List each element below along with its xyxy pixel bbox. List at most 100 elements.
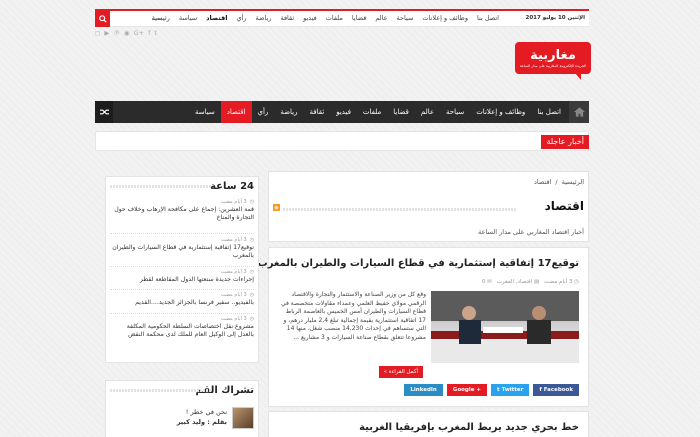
recent-post-item[interactable]: ◷ 3 أيام مضت توقيع17 إتفاقية إستثمارية ف…	[110, 237, 254, 260]
opinion-headline[interactable]: نحن في خطر !	[177, 407, 227, 417]
top-nav-item[interactable]: ملفات	[326, 14, 343, 22]
nav-item[interactable]: ملفات	[357, 101, 387, 123]
nav-item[interactable]: قضايا	[387, 101, 415, 123]
top-nav-item[interactable]: ثقافة	[280, 14, 294, 22]
share-buttons: f Facebook t Twitter Google + LinkedIn	[404, 384, 579, 396]
breaking-news-label: أخبار عاجلة	[541, 135, 589, 149]
breadcrumb-separator: /	[555, 178, 558, 186]
title-divider	[283, 208, 516, 211]
separator	[110, 233, 254, 234]
rss-icon[interactable]: ◉	[124, 29, 130, 37]
linkedin-share-button[interactable]: LinkedIn	[404, 384, 443, 396]
recent-post-item[interactable]: ◷ 3 أيام مضت قمة العشرين: إجماع على مكاف…	[110, 199, 254, 222]
nav-item[interactable]: سياحة	[440, 101, 470, 123]
top-nav-item[interactable]: اتصل بنا	[477, 14, 499, 22]
instagram-icon[interactable]: ◻	[95, 29, 100, 37]
nav-item[interactable]: سياسة	[189, 101, 221, 123]
top-nav-item-active[interactable]: اقتصاد	[206, 14, 227, 22]
nav-item[interactable]: ثقافة	[303, 101, 330, 123]
home-button[interactable]	[569, 101, 589, 123]
social-icons: ◻ ▶ ℗ ◉ G+ f t	[95, 29, 157, 37]
nav-item-active[interactable]: اقتصاد	[220, 101, 252, 123]
recent-post-item[interactable]: ◷ 3 أيام مضت إجراءات جديدة ستعتها الدول …	[110, 269, 254, 284]
logo-text: مغاربية	[530, 47, 576, 63]
main-nav: سياسة اقتصاد رأي رياضة ثقافة فيديو ملفات…	[95, 101, 589, 123]
top-nav-item[interactable]: فيديو	[303, 14, 317, 22]
top-nav: رئيسية سياسة اقتصاد رأي رياضة ثقافة فيدي…	[152, 14, 499, 22]
widget-divider	[110, 389, 212, 392]
recent-post-item[interactable]: ◷ 3 أيام مضت بالفيديو.. سفير فرنسا بالجز…	[110, 292, 254, 307]
separator	[110, 313, 254, 314]
recent-post-item[interactable]: ◷ 3 أيام مضت مشروع نقل اختصاصات السلطة ا…	[110, 316, 254, 339]
article-title[interactable]: خط بحري جديد يربط المغرب بإفريقيا الغربي…	[359, 422, 579, 433]
author-info: نحن في خطر ! بقلم : وليد كبير	[177, 407, 227, 427]
page-title: اقتصاد	[544, 199, 584, 213]
widget-title: 24 ساعة	[210, 181, 254, 192]
nav-item[interactable]: وظائف و إعلانات	[470, 101, 531, 123]
post-time: ◷ 3 أيام مضت	[220, 237, 254, 243]
article-meta: ◷ 3 أيام مضت ▤ اقتصاد, المغرب ✉ 0	[482, 279, 579, 285]
category-header: الرئيسية / اقتصاد اقتصاد ◉ أخبار اقتصاد …	[268, 171, 589, 242]
top-nav-item[interactable]: عالم	[375, 14, 387, 22]
shuffle-icon	[99, 109, 109, 115]
google-share-button[interactable]: Google +	[446, 384, 488, 396]
post-title[interactable]: بالفيديو.. سفير فرنسا بالجزائر الجديد...…	[110, 299, 254, 307]
top-nav-item[interactable]: وظائف و إعلانات	[422, 14, 468, 22]
article-time: ◷ 3 أيام مضت	[544, 279, 579, 285]
top-nav-item[interactable]: رئيسية	[152, 14, 170, 22]
article-card: خط بحري جديد يربط المغرب بإفريقيا الغربي…	[268, 411, 589, 437]
article-thumbnail[interactable]	[431, 291, 579, 363]
separator	[110, 266, 254, 267]
facebook-icon[interactable]: f	[148, 29, 150, 37]
separator	[110, 289, 254, 290]
top-nav-item[interactable]: رأي	[236, 14, 246, 22]
article-category[interactable]: ▤ اقتصاد, المغرب	[497, 279, 539, 285]
logo-box: مغاربية الجريدة الإلكترونية المغاربية عل…	[515, 42, 591, 74]
post-title[interactable]: قمة العشرين: إجماع على مكافحة الإرهاب وخ…	[110, 206, 254, 222]
breadcrumb-home[interactable]: الرئيسية	[562, 178, 584, 186]
top-nav-item[interactable]: قضايا	[352, 14, 367, 22]
thumbnail-photo	[431, 291, 579, 363]
search-button[interactable]	[95, 11, 110, 27]
nav-item[interactable]: عالم	[415, 101, 440, 123]
nav-item[interactable]: فيديو	[330, 101, 357, 123]
shuffle-button[interactable]	[95, 101, 113, 123]
pinterest-icon[interactable]: ℗	[113, 29, 120, 37]
top-nav-item[interactable]: سياسة	[179, 14, 197, 22]
home-icon	[573, 107, 585, 117]
category-description: أخبار اقتصاد المغاربي على مدار الساعة	[478, 228, 584, 236]
avatar[interactable]	[232, 407, 254, 429]
author-item[interactable]: نحن في خطر ! بقلم : وليد كبير	[177, 407, 254, 429]
nav-item[interactable]: اتصل بنا	[531, 101, 567, 123]
twitter-icon[interactable]: t	[154, 29, 157, 37]
facebook-share-button[interactable]: f Facebook	[533, 384, 579, 396]
twitter-share-button[interactable]: t Twitter	[491, 384, 530, 396]
breadcrumb: الرئيسية / اقتصاد	[534, 178, 584, 186]
nav-item[interactable]: رياضة	[274, 101, 303, 123]
logo-tagline: الجريدة الإلكترونية المغاربية على مدار ا…	[519, 63, 587, 68]
article-excerpt: وقع كل من وزير الصناعة والاستثمار والتجا…	[280, 291, 426, 341]
breaking-news-bar: أخبار عاجلة	[95, 131, 589, 151]
top-nav-item[interactable]: رياضة	[256, 14, 272, 22]
logo-tail	[575, 73, 581, 80]
article-card: توقيع17 إتفاقية إستثمارية في قطاع السيار…	[258, 247, 589, 407]
rss-icon[interactable]: ◉	[273, 204, 280, 211]
breadcrumb-current: اقتصاد	[534, 178, 552, 186]
search-icon	[98, 15, 107, 23]
current-date: الإثنين 10 يوليو 2017	[525, 15, 585, 21]
post-title[interactable]: توقيع17 إتفاقية إستثمارية في قطاع السيار…	[110, 244, 254, 260]
article-title[interactable]: توقيع17 إتفاقية إستثمارية في قطاع السيار…	[258, 258, 579, 269]
top-nav-item[interactable]: سياحة	[397, 14, 414, 22]
author-byline: بقلم : وليد كبير	[176, 418, 227, 426]
post-time: ◷ 3 أيام مضت	[220, 316, 254, 322]
article-comments[interactable]: ✉ 0	[482, 279, 492, 285]
google-plus-icon[interactable]: G+	[134, 29, 144, 37]
youtube-icon[interactable]: ▶	[104, 29, 109, 37]
recent-posts-widget: 24 ساعة ◷ 3 أيام مضت قمة العشرين: إجماع …	[105, 176, 259, 363]
post-title[interactable]: إجراءات جديدة ستعتها الدول المقاطعة لقطر	[110, 276, 254, 284]
nav-item[interactable]: رأي	[252, 101, 275, 123]
top-bar: رئيسية سياسة اقتصاد رأي رياضة ثقافة فيدي…	[95, 9, 589, 27]
read-more-button[interactable]: أكمل القراءة »	[378, 366, 423, 378]
site-logo[interactable]: مغاربية الجريدة الإلكترونية المغاربية عل…	[515, 42, 591, 80]
post-title[interactable]: مشروع نقل اختصاصات السلطة الحكومية المكل…	[110, 323, 254, 339]
